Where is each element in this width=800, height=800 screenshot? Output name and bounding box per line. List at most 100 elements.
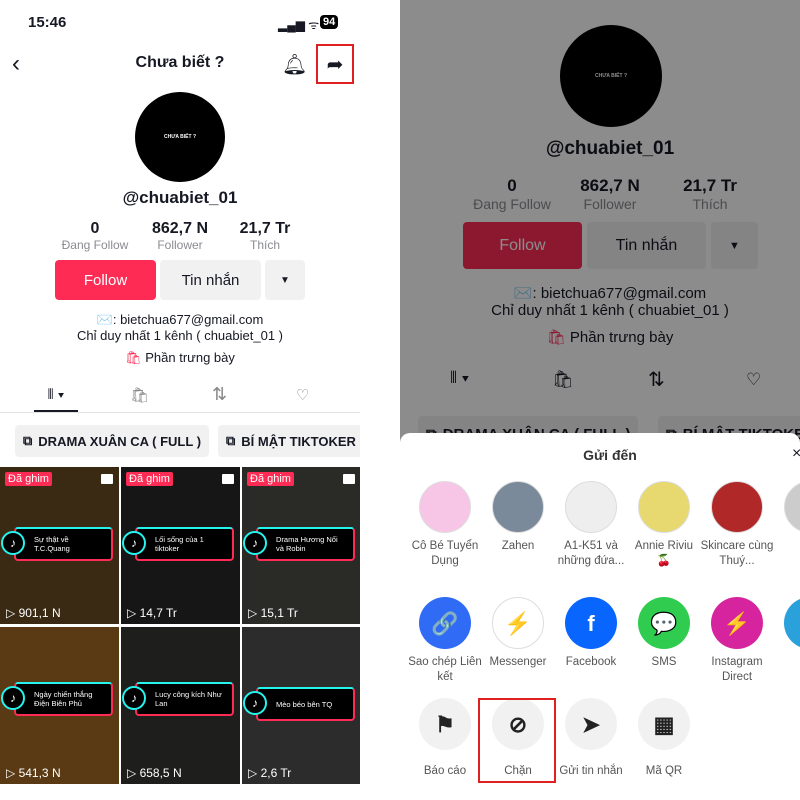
share-contact[interactable]: Skincare cùng Thuý... (700, 481, 774, 569)
close-icon[interactable]: × (792, 445, 800, 463)
stat-following[interactable]: 0 Đang Follow (55, 220, 135, 252)
contact-avatar (784, 481, 800, 533)
playlist-chip[interactable]: ⧉ BÍ MẬT TIKTOKER (218, 425, 360, 457)
follow-button[interactable]: Follow (55, 260, 156, 300)
contact-name: A1-K51 và những đứa... (557, 540, 625, 567)
view-count-value: 2,6 Tr (260, 766, 292, 780)
photo-icon (343, 474, 355, 484)
handle: @chuabiet_01 (122, 188, 238, 207)
showcase-link[interactable]: 🛍︎ Phần trưng bày (0, 350, 360, 366)
app-name: SMS (651, 656, 677, 668)
play-icon: ▷ (248, 766, 258, 780)
share-app[interactable]: 🔗 Sao chép Liên kết (408, 597, 482, 685)
app-icon: ⚡ (492, 597, 544, 649)
app-name: Sao chép Liên kết (408, 656, 482, 683)
signal-icon: ▂▄▆ ᯤ (278, 18, 320, 32)
stat-value: 0 (90, 220, 100, 237)
play-icon: ▷ (6, 606, 16, 620)
message-button[interactable]: Tin nhắn (160, 260, 261, 300)
share-app[interactable]: ➤ Te (773, 597, 800, 670)
status-time: 15:46 (28, 14, 67, 31)
share-app[interactable]: ⚡ Instagram Direct (700, 597, 774, 685)
tab-reposts[interactable]: ⇅ (212, 384, 227, 405)
video-tile[interactable]: Đã ghim ♪ Lối sống của 1 tiktoker ▷ 14,7… (121, 467, 240, 624)
app-name: Instagram Direct (711, 656, 763, 683)
profile-screen: 15:46 ▂▄▆ ᯤ 94 ‹ Chưa biết ? 🔔︎ ➦ CHƯA B… (0, 0, 360, 800)
share-app[interactable]: f Facebook (554, 597, 628, 670)
contact-avatar (565, 481, 617, 533)
playlist-label: DRAMA XUÂN CA ( FULL ) (38, 433, 202, 449)
app-icon: 💬 (638, 597, 690, 649)
play-icon: ▷ (127, 606, 137, 620)
pinned-badge: Đã ghim (247, 472, 294, 486)
share-contact[interactable]: Annie Riviu 🍒 (627, 481, 701, 569)
tab-shop[interactable]: 🛍︎ (130, 386, 149, 404)
video-tile[interactable]: ♪ Mèo béo bên TQ ▷ 2,6 Tr (242, 627, 360, 784)
action-icon: ▦ (638, 698, 690, 750)
avatar[interactable]: CHƯA BIẾT ? (135, 92, 225, 182)
video-tile[interactable]: ♪ Ngày chiến thắng Điện Biên Phủ ▷ 541,3… (0, 627, 119, 784)
video-tile[interactable]: Đã ghim ♪ Drama Hương Nối và Robin ▷ 15,… (242, 467, 360, 624)
share-app[interactable]: 💬 SMS (627, 597, 701, 670)
app-name: Messenger (489, 656, 547, 668)
share-contact[interactable]: Cô Bé Tuyển Dụng (408, 481, 482, 569)
video-caption: Sự thật về T.C.Quang (14, 527, 113, 561)
view-count: ▷ 658,5 N (127, 766, 182, 780)
tiktok-logo-icon: ♪ (1, 686, 25, 710)
action-icon: ⚑ (419, 698, 471, 750)
view-count-value: 658,5 N (139, 766, 182, 780)
tiktok-logo-icon: ♪ (122, 531, 146, 555)
app-name: Te (773, 655, 800, 670)
tiktok-logo-icon: ♪ (243, 691, 267, 715)
stat-label: Follower (157, 238, 203, 252)
share-button[interactable]: ➦ (316, 44, 354, 84)
view-count: ▷ 901,1 N (6, 606, 61, 620)
tab-liked[interactable]: ♡ (296, 386, 309, 404)
view-count-value: 901,1 N (18, 606, 61, 620)
contact-name: 90 (773, 539, 800, 554)
pinned-badge: Đã ghim (5, 472, 52, 486)
video-tile[interactable]: ♪ Lucy công kích Như Lan ▷ 658,5 N (121, 627, 240, 784)
tab-videos[interactable]: ⦀ ▾ (34, 386, 78, 403)
video-caption: Lối sống của 1 tiktoker (135, 527, 234, 561)
video-caption: Lucy công kích Như Lan (135, 682, 234, 716)
stat-followers[interactable]: 862,7 N Follower (140, 220, 220, 252)
video-tile[interactable]: Đã ghim ♪ Sự thật về T.C.Quang ▷ 901,1 N (0, 467, 119, 624)
stat-label: Thích (249, 238, 280, 252)
share-sheet: Gửi đến × Cô Bé Tuyển Dụng Zahen A1-K51 và… (400, 433, 800, 800)
tiktok-logo-icon: ♪ (1, 531, 25, 555)
tiktok-logo-icon: ♪ (122, 686, 146, 710)
app-icon: ➤ (784, 597, 800, 649)
contact-name: Cô Bé Tuyển Dụng (411, 540, 479, 567)
pinned-badge: Đã ghim (126, 472, 173, 486)
bell-icon[interactable]: 🔔︎ (282, 52, 307, 77)
bag-icon: 🛍︎ (125, 350, 142, 365)
share-contact[interactable]: A1-K51 và những đứa... (554, 481, 628, 569)
view-count: ▷ 14,7 Tr (127, 606, 177, 620)
share-icon: ➦ (326, 53, 344, 76)
playlist-chip[interactable]: ⧉ DRAMA XUÂN CA ( FULL ) (15, 425, 210, 457)
app-icon: 🔗 (419, 597, 471, 649)
contact-name: Annie Riviu 🍒 (634, 540, 694, 567)
sheet-title: Gửi đến (583, 447, 637, 463)
view-count-value: 14,7 Tr (139, 606, 177, 620)
app-name: Facebook (565, 656, 617, 668)
playlist-icon: ⧉ (23, 433, 33, 448)
app-icon: ⚡ (711, 597, 763, 649)
bio-text: Chỉ duy nhất 1 kênh ( chuabiet_01 ) (77, 328, 283, 343)
action-name: Gửi tin nhắn (559, 765, 623, 777)
view-count: ▷ 15,1 Tr (248, 606, 298, 620)
action-name: Báo cáo (423, 765, 467, 777)
share-app[interactable]: ⚡ Messenger (481, 597, 555, 670)
stat-label: Đang Follow (61, 238, 129, 252)
view-count-value: 15,1 Tr (260, 606, 298, 620)
share-action[interactable]: ▦ Mã QR (627, 698, 701, 779)
share-action[interactable]: ➤ Gửi tin nhắn (554, 698, 628, 779)
video-caption: Ngày chiến thắng Điện Biên Phủ (14, 682, 113, 716)
more-dropdown[interactable]: ▼ (265, 260, 305, 300)
action-icon: ➤ (565, 698, 617, 750)
share-contact[interactable]: 90 (773, 481, 800, 554)
stat-likes[interactable]: 21,7 Tr Thích (225, 220, 305, 252)
share-action[interactable]: ⚑ Báo cáo (408, 698, 482, 779)
share-contact[interactable]: Zahen (481, 481, 555, 554)
